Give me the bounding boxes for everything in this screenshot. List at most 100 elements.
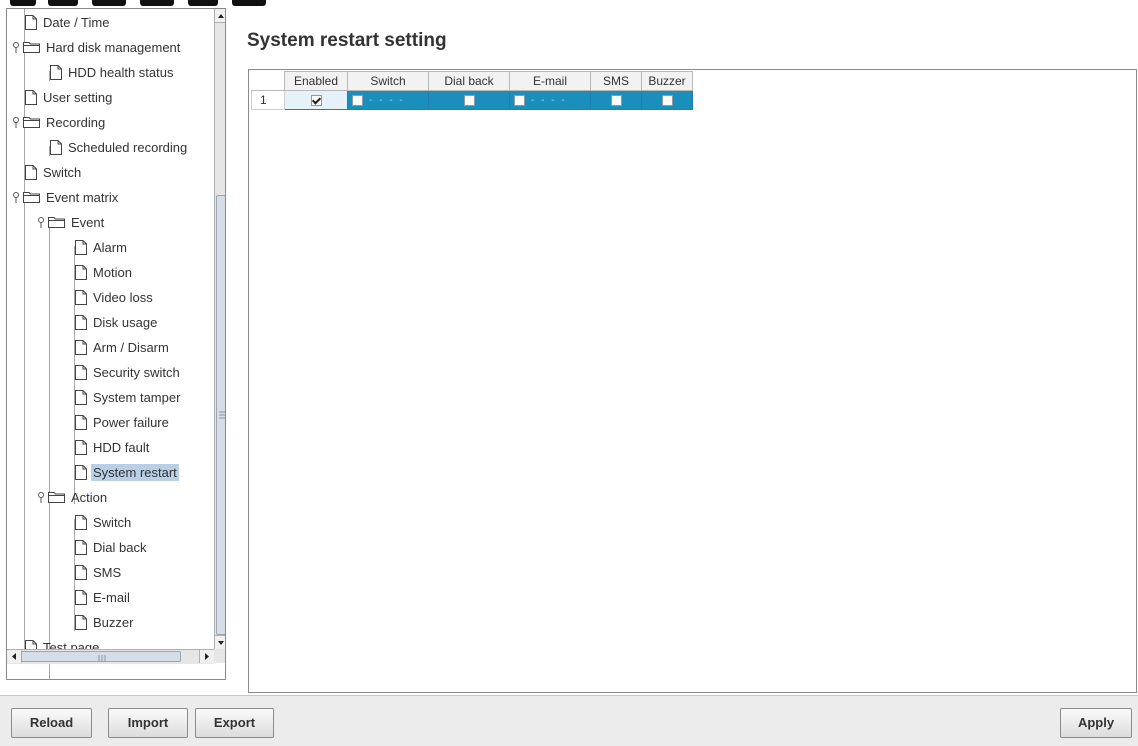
folder-icon [48,492,65,503]
tree-item-system-tamper[interactable]: System tamper [75,386,182,408]
reload-button[interactable]: Reload [11,708,92,738]
tree-item-motion[interactable]: Motion [75,261,134,283]
document-icon [75,464,87,480]
tree-item-buzzer[interactable]: Buzzer [75,611,135,633]
tree-item-label: Hard disk management [46,39,181,55]
tree-item-security-switch[interactable]: Security switch [75,361,182,383]
tree-item-label: Buzzer [93,614,134,630]
expanded-node-icon[interactable] [36,491,46,503]
tree-item-label: System restart [91,463,179,481]
tree-item-email[interactable]: E-mail [75,586,132,608]
table-header-row: Enabled Switch Dial back E-mail SMS Buzz… [251,71,693,91]
column-header-enabled[interactable]: Enabled [284,71,348,91]
tree-item-scheduled-recording[interactable]: Scheduled recording [50,136,189,158]
tree-item-label: Scheduled recording [68,139,188,155]
dial-back-checkbox[interactable] [463,94,475,106]
top-toolbar-strip [0,0,1138,8]
tree-item-disk-usage[interactable]: Disk usage [75,311,159,333]
tree-item-label: Action [71,489,108,505]
switch-checkbox[interactable] [352,94,363,106]
email-value-text: - - - - [531,94,567,106]
scroll-up-arrow-icon[interactable] [215,9,225,23]
enabled-checkbox[interactable] [310,94,322,106]
document-icon [75,514,87,530]
main-content: System restart setting Enabled Switch Di… [235,8,1138,693]
tree-item-recording[interactable]: Recording [11,111,107,133]
buzzer-checkbox[interactable] [661,94,673,106]
document-icon [75,439,87,455]
horizontal-scroll-thumb[interactable] [21,651,181,662]
tree-item-date-time[interactable]: Date / Time [25,11,111,33]
document-icon [75,389,87,405]
apply-button[interactable]: Apply [1060,708,1132,738]
page-title: System restart setting [247,30,447,51]
folder-icon [48,217,65,228]
cell-email[interactable]: - - - - [509,90,591,110]
tree-item-label: Event [71,214,105,230]
document-icon [50,139,62,155]
folder-icon [23,192,40,203]
folder-icon [23,117,40,128]
document-icon [75,314,87,330]
vertical-scroll-thumb[interactable] [216,195,225,635]
tree-item-event-matrix[interactable]: Event matrix [11,186,120,208]
system-restart-table: Enabled Switch Dial back E-mail SMS Buzz… [251,71,693,110]
tree-item-power-failure[interactable]: Power failure [75,411,171,433]
expanded-node-icon[interactable] [11,191,21,203]
tree-item-hard-disk-management[interactable]: Hard disk management [11,36,182,58]
cell-switch[interactable]: - - - - [347,90,429,110]
scroll-left-arrow-icon[interactable] [7,650,22,663]
import-button[interactable]: Import [108,708,188,738]
tree-item-hdd-health-status[interactable]: HDD health status [50,61,176,83]
tree-item-label: HDD health status [68,64,174,80]
tree-item-system-restart[interactable]: System restart [75,461,179,483]
tree-item-label: Date / Time [43,14,110,30]
column-header-dial-back[interactable]: Dial back [428,71,510,91]
tree-item-alarm[interactable]: Alarm [75,236,129,258]
tree-item-label: Recording [46,114,106,130]
tree-horizontal-scrollbar[interactable] [7,649,214,664]
document-icon [75,539,87,555]
document-icon [25,89,37,105]
tree-item-arm-disarm[interactable]: Arm / Disarm [75,336,171,358]
row-number-header [251,71,285,91]
document-icon [75,589,87,605]
tree-item-user-setting[interactable]: User setting [25,86,114,108]
settings-tree: Date / Time Hard disk management HDD hea… [7,9,214,679]
tree-item-switch[interactable]: Switch [25,161,83,183]
tree-item-hdd-fault[interactable]: HDD fault [75,436,151,458]
column-header-sms[interactable]: SMS [590,71,642,91]
tree-item-action-switch[interactable]: Switch [75,511,133,533]
tree-vertical-scrollbar[interactable] [214,9,225,649]
cell-buzzer[interactable] [641,90,693,110]
tree-item-video-loss[interactable]: Video loss [75,286,155,308]
document-icon [75,289,87,305]
cell-enabled[interactable] [284,90,348,110]
document-icon [75,364,87,380]
tree-item-label: Disk usage [93,314,158,330]
cell-sms[interactable] [590,90,642,110]
settings-table-area: Enabled Switch Dial back E-mail SMS Buzz… [248,69,1137,693]
email-checkbox[interactable] [514,94,525,106]
table-row[interactable]: 1 - - - - - - - - [251,90,693,110]
tree-item-label: Switch [93,514,132,530]
tree-item-event[interactable]: Event [36,211,106,233]
expanded-node-icon[interactable] [11,116,21,128]
column-header-switch[interactable]: Switch [347,71,429,91]
scroll-down-arrow-icon[interactable] [215,635,225,649]
sms-checkbox[interactable] [610,94,622,106]
cell-dial-back[interactable] [428,90,510,110]
expanded-node-icon[interactable] [11,41,21,53]
settings-tree-panel: Date / Time Hard disk management HDD hea… [6,8,226,680]
document-icon [50,64,62,80]
expanded-node-icon[interactable] [36,216,46,228]
document-icon [75,239,87,255]
column-header-buzzer[interactable]: Buzzer [641,71,693,91]
tree-item-sms[interactable]: SMS [75,561,123,583]
tree-item-dial-back[interactable]: Dial back [75,536,148,558]
export-button[interactable]: Export [195,708,274,738]
scroll-right-arrow-icon[interactable] [199,650,214,663]
tree-item-label: Arm / Disarm [93,339,169,355]
column-header-email[interactable]: E-mail [509,71,591,91]
tree-item-action[interactable]: Action [36,486,109,508]
